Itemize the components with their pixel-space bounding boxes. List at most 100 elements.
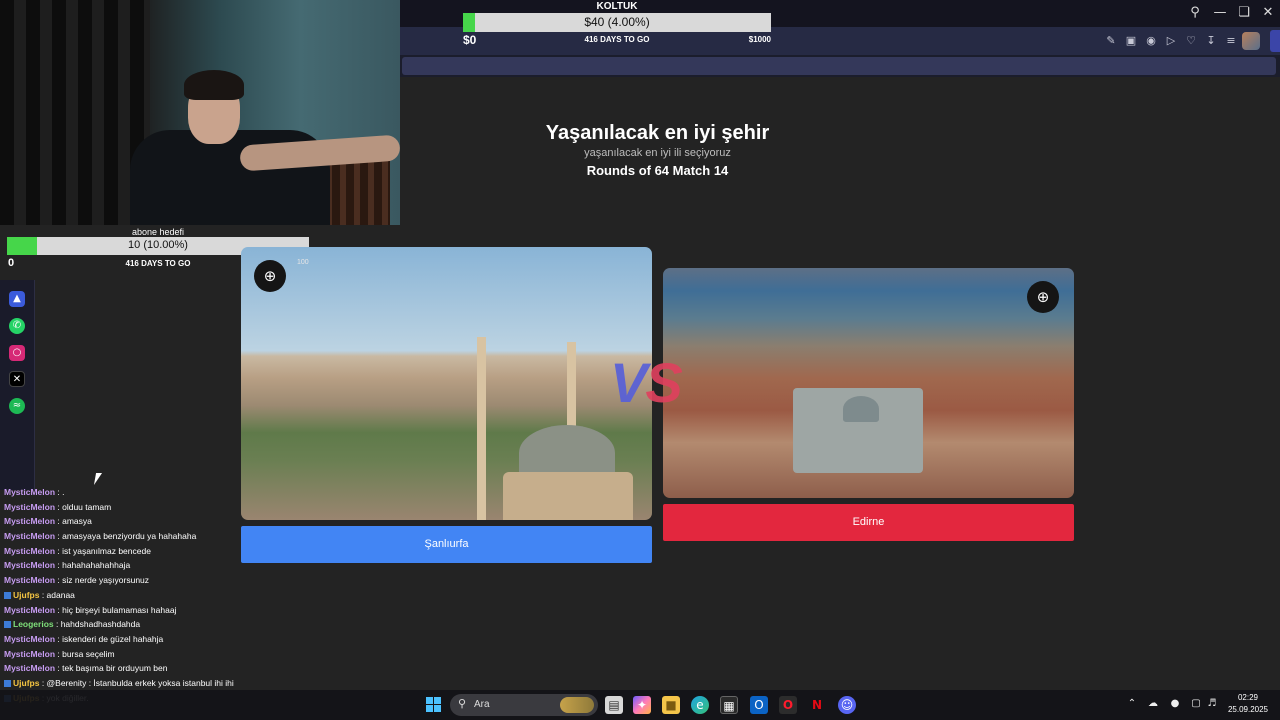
vs-letter-s: S	[645, 351, 682, 414]
discord-icon[interactable]: ☺	[838, 696, 856, 714]
camera-icon[interactable]: ▣	[1123, 33, 1139, 49]
profile-avatar[interactable]	[1242, 32, 1260, 50]
sub-goal-title: abone hedefi	[131, 227, 185, 237]
file-icon[interactable]: ▤	[605, 696, 623, 714]
chat-overlay: MysticMelon : . MysticMelon : olduu tamam…	[0, 485, 300, 720]
chat-text: : @Berenity : İstanbulda erkek yoksa ist…	[39, 677, 234, 688]
search-icon[interactable]: ⚲	[1185, 4, 1205, 22]
chat-username[interactable]: Ujufps	[13, 678, 39, 688]
chat-message: Ujufps : adanaa	[0, 588, 300, 603]
start-tile	[434, 697, 441, 704]
chat-text: : hahahahahahhaja	[55, 560, 131, 571]
network-off-icon[interactable]: ☁	[1146, 697, 1160, 711]
chat-username[interactable]: MysticMelon	[4, 531, 55, 541]
webcam-person-hair	[184, 70, 244, 100]
whatsapp-icon[interactable]: ✆	[9, 318, 25, 334]
volume-icon[interactable]: ♬	[1205, 697, 1219, 711]
aria-icon[interactable]: ▲	[9, 291, 25, 307]
goal-progress-bar: $40 (4.00%)	[463, 13, 771, 32]
chat-username[interactable]: MysticMelon	[4, 663, 55, 673]
goal-progress-text: $40 (4.00%)	[584, 15, 650, 29]
netflix-icon[interactable]: N	[808, 696, 826, 714]
mic-icon[interactable]: ●	[1168, 697, 1182, 711]
chat-text: : amasya	[55, 516, 92, 527]
chat-text: : iskenderi de güzel hahahja	[55, 633, 164, 644]
choose-right-button[interactable]: Edirne	[663, 504, 1074, 541]
heart-icon[interactable]: ♡	[1183, 33, 1199, 49]
store-icon[interactable]: ▦	[720, 696, 738, 714]
chat-message: MysticMelon : tek başıma bir orduyum ben	[0, 661, 300, 676]
start-tile	[426, 705, 433, 712]
right-zoom-button[interactable]: ⊕	[1027, 281, 1059, 313]
menu-icon[interactable]: ≡	[1223, 33, 1239, 49]
clock-date[interactable]: 25.09.2025	[1224, 705, 1272, 714]
chat-badge-icon	[4, 592, 11, 600]
chat-username[interactable]: MysticMelon	[4, 516, 55, 526]
screen: ⚲ — ❏ ✕ ✎ ▣ ◉ ▷ ♡ ↧ ≡ KOLTUK $40 (4.00%)…	[0, 0, 1280, 720]
browser-tabstrip	[400, 55, 1280, 77]
chat-username[interactable]: MysticMelon	[4, 605, 55, 615]
mosque-dome	[843, 396, 879, 422]
search-highlight-image	[560, 697, 594, 713]
vs-label: VS	[610, 350, 683, 415]
chat-text: : tek başıma bir orduyum ben	[55, 663, 168, 674]
search-placeholder: Ara	[474, 699, 490, 710]
play-icon[interactable]: ▷	[1163, 33, 1179, 49]
choose-left-button[interactable]: Şanlıurfa	[241, 526, 652, 563]
chat-username[interactable]: MysticMelon	[4, 634, 55, 644]
mosque-base	[503, 472, 633, 520]
clock-time[interactable]: 02:29	[1228, 693, 1268, 702]
donation-goal: KOLTUK $40 (4.00%) $0 416 DAYS TO GO $10…	[463, 0, 771, 48]
chat-message: MysticMelon : hiç birşeyi bulamaması hah…	[0, 603, 300, 618]
copilot-icon[interactable]: ✦	[633, 696, 651, 714]
chat-text: : bursa seçelim	[55, 648, 115, 659]
search-icon: ⚲	[458, 697, 467, 710]
goal-title: KOLTUK	[596, 1, 638, 12]
chat-message: Ujufps : @Berenity : İstanbulda erkek yo…	[0, 676, 300, 691]
taskbar-search[interactable]: ⚲ Ara	[450, 694, 598, 716]
left-zoom-button[interactable]: ⊕	[254, 260, 286, 292]
chat-username[interactable]: MysticMelon	[4, 575, 55, 585]
download-icon[interactable]: ↧	[1203, 33, 1219, 49]
chat-text: : .	[55, 487, 65, 497]
opera-icon[interactable]: O	[779, 696, 797, 714]
chat-badge-icon	[4, 621, 11, 629]
x-icon[interactable]: ✕	[9, 371, 25, 387]
folder-icon[interactable]: ■	[662, 696, 680, 714]
chat-message: MysticMelon : siz nerde yaşıyorsunuz	[0, 573, 300, 588]
right-city-image[interactable]	[663, 268, 1074, 498]
goal-days-label: 416 DAYS TO GO	[584, 35, 650, 44]
chat-username[interactable]: Ujufps	[13, 590, 39, 600]
edge-icon[interactable]: e	[691, 696, 709, 714]
edit-icon[interactable]: ✎	[1103, 33, 1119, 49]
start-tile	[426, 697, 433, 704]
minaret	[477, 337, 486, 520]
webcam-feed	[0, 0, 400, 225]
chat-text: : hiç birşeyi bulamaması hahaaj	[55, 604, 177, 615]
left-city-image[interactable]	[241, 247, 652, 520]
minimize-icon[interactable]: —	[1210, 4, 1230, 22]
outlook-icon[interactable]: O	[750, 696, 768, 714]
chat-username[interactable]: MysticMelon	[4, 649, 55, 659]
chat-text: : hahdshadhashdahda	[53, 619, 141, 630]
close-icon[interactable]: ✕	[1258, 4, 1278, 22]
spotify-icon[interactable]: ≈	[9, 398, 25, 414]
chat-username[interactable]: MysticMelon	[4, 560, 55, 570]
chat-message: Leogerios : hahdshadhashdahda	[0, 617, 300, 632]
chevron-up-icon[interactable]: ⌃	[1125, 697, 1139, 711]
chat-username[interactable]: Leogerios	[13, 619, 54, 629]
tab-bar	[402, 57, 1276, 75]
shield-icon[interactable]: ◉	[1143, 33, 1159, 49]
restore-icon[interactable]: ❏	[1234, 4, 1254, 22]
start-button[interactable]	[425, 696, 443, 714]
goal-max-label: $1000	[748, 35, 771, 44]
webcam-curtain	[0, 0, 150, 225]
chat-text: : amasyaya benziyordu ya hahahaha	[55, 531, 197, 542]
display-icon[interactable]: ▢	[1189, 697, 1203, 711]
instagram-icon[interactable]: ○	[9, 345, 25, 361]
sidebar-toggle[interactable]	[1270, 30, 1280, 52]
chat-username[interactable]: MysticMelon	[4, 502, 55, 512]
chat-username[interactable]: MysticMelon	[4, 546, 55, 556]
page-title: Yaşanılacak en iyi şehir	[545, 122, 770, 144]
chat-username[interactable]: MysticMelon	[4, 487, 55, 497]
